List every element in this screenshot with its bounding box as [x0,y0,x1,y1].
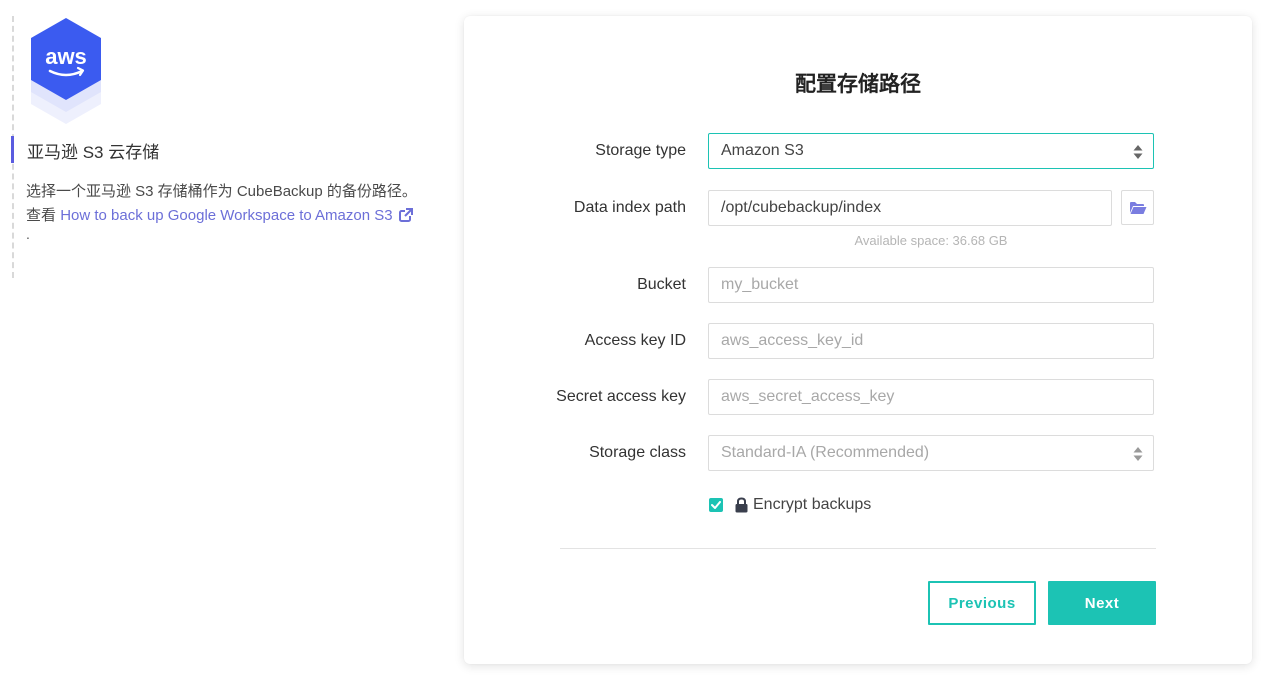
encrypt-backups-label: Encrypt backups [753,496,872,513]
storage-class-select[interactable]: Standard-IA (Recommended) [708,435,1154,471]
next-button[interactable]: Next [1048,581,1156,625]
browse-folder-button[interactable] [1121,190,1154,225]
data-index-path-label: Data index path [573,199,686,216]
check-icon [711,501,721,509]
see-prefix: 查看 [26,207,57,224]
secret-access-key-row: Secret access key aws_secret_access_key [464,379,1252,415]
aws-logo-icon: aws [27,16,105,128]
folder-open-icon [1129,201,1146,214]
active-step-indicator [11,136,14,163]
external-link-icon [398,208,413,222]
page-title: 配置存储路径 [795,73,921,96]
help-link[interactable]: How to back up Google Workspace to Amazo… [60,207,413,224]
storage-title: 亚马逊 S3 云存储 [27,143,160,162]
storage-config-card: 配置存储路径 Storage type Amazon S3 Data index… [464,16,1252,664]
storage-type-value: Amazon S3 [721,142,804,159]
available-space-text: Available space: 36.68 GB [854,233,1008,248]
access-key-id-input[interactable]: aws_access_key_id [708,323,1154,359]
encrypt-backups-row: Encrypt backups [708,494,871,516]
previous-button[interactable]: Previous [928,581,1036,625]
storage-type-label: Storage type [595,142,686,159]
lock-icon [735,497,748,513]
storage-type-row: Storage type Amazon S3 [464,133,1252,169]
data-index-path-row: Data index path /opt/cubebackup/index [464,190,1252,226]
sort-arrows-icon [1133,145,1143,159]
storage-class-label: Storage class [589,444,686,461]
divider [560,548,1156,549]
aws-logo-text: aws [45,44,87,69]
sort-arrows-icon [1133,447,1143,461]
trailing-period: . [26,226,30,242]
encrypt-backups-checkbox[interactable] [709,498,723,512]
storage-class-row: Storage class Standard-IA (Recommended) [464,435,1252,471]
access-key-id-label: Access key ID [584,332,686,349]
bucket-label: Bucket [637,276,686,293]
storage-description: 选择一个亚马逊 S3 存储桶作为 CubeBackup 的备份路径。 查看 Ho… [26,180,451,242]
data-index-path-input[interactable]: /opt/cubebackup/index [708,190,1112,226]
bucket-row: Bucket my_bucket [464,267,1252,303]
storage-info-panel: aws 亚马逊 S3 云存储 选择一个亚马逊 S3 存储桶作为 CubeBack… [0,0,460,676]
access-key-id-row: Access key ID aws_access_key_id [464,323,1252,359]
bucket-input[interactable]: my_bucket [708,267,1154,303]
description-text: 选择一个亚马逊 S3 存储桶作为 CubeBackup 的备份路径。 [26,183,417,200]
storage-type-select[interactable]: Amazon S3 [708,133,1154,169]
secret-access-key-input[interactable]: aws_secret_access_key [708,379,1154,415]
storage-class-value: Standard-IA (Recommended) [721,444,930,461]
secret-access-key-label: Secret access key [556,388,686,405]
